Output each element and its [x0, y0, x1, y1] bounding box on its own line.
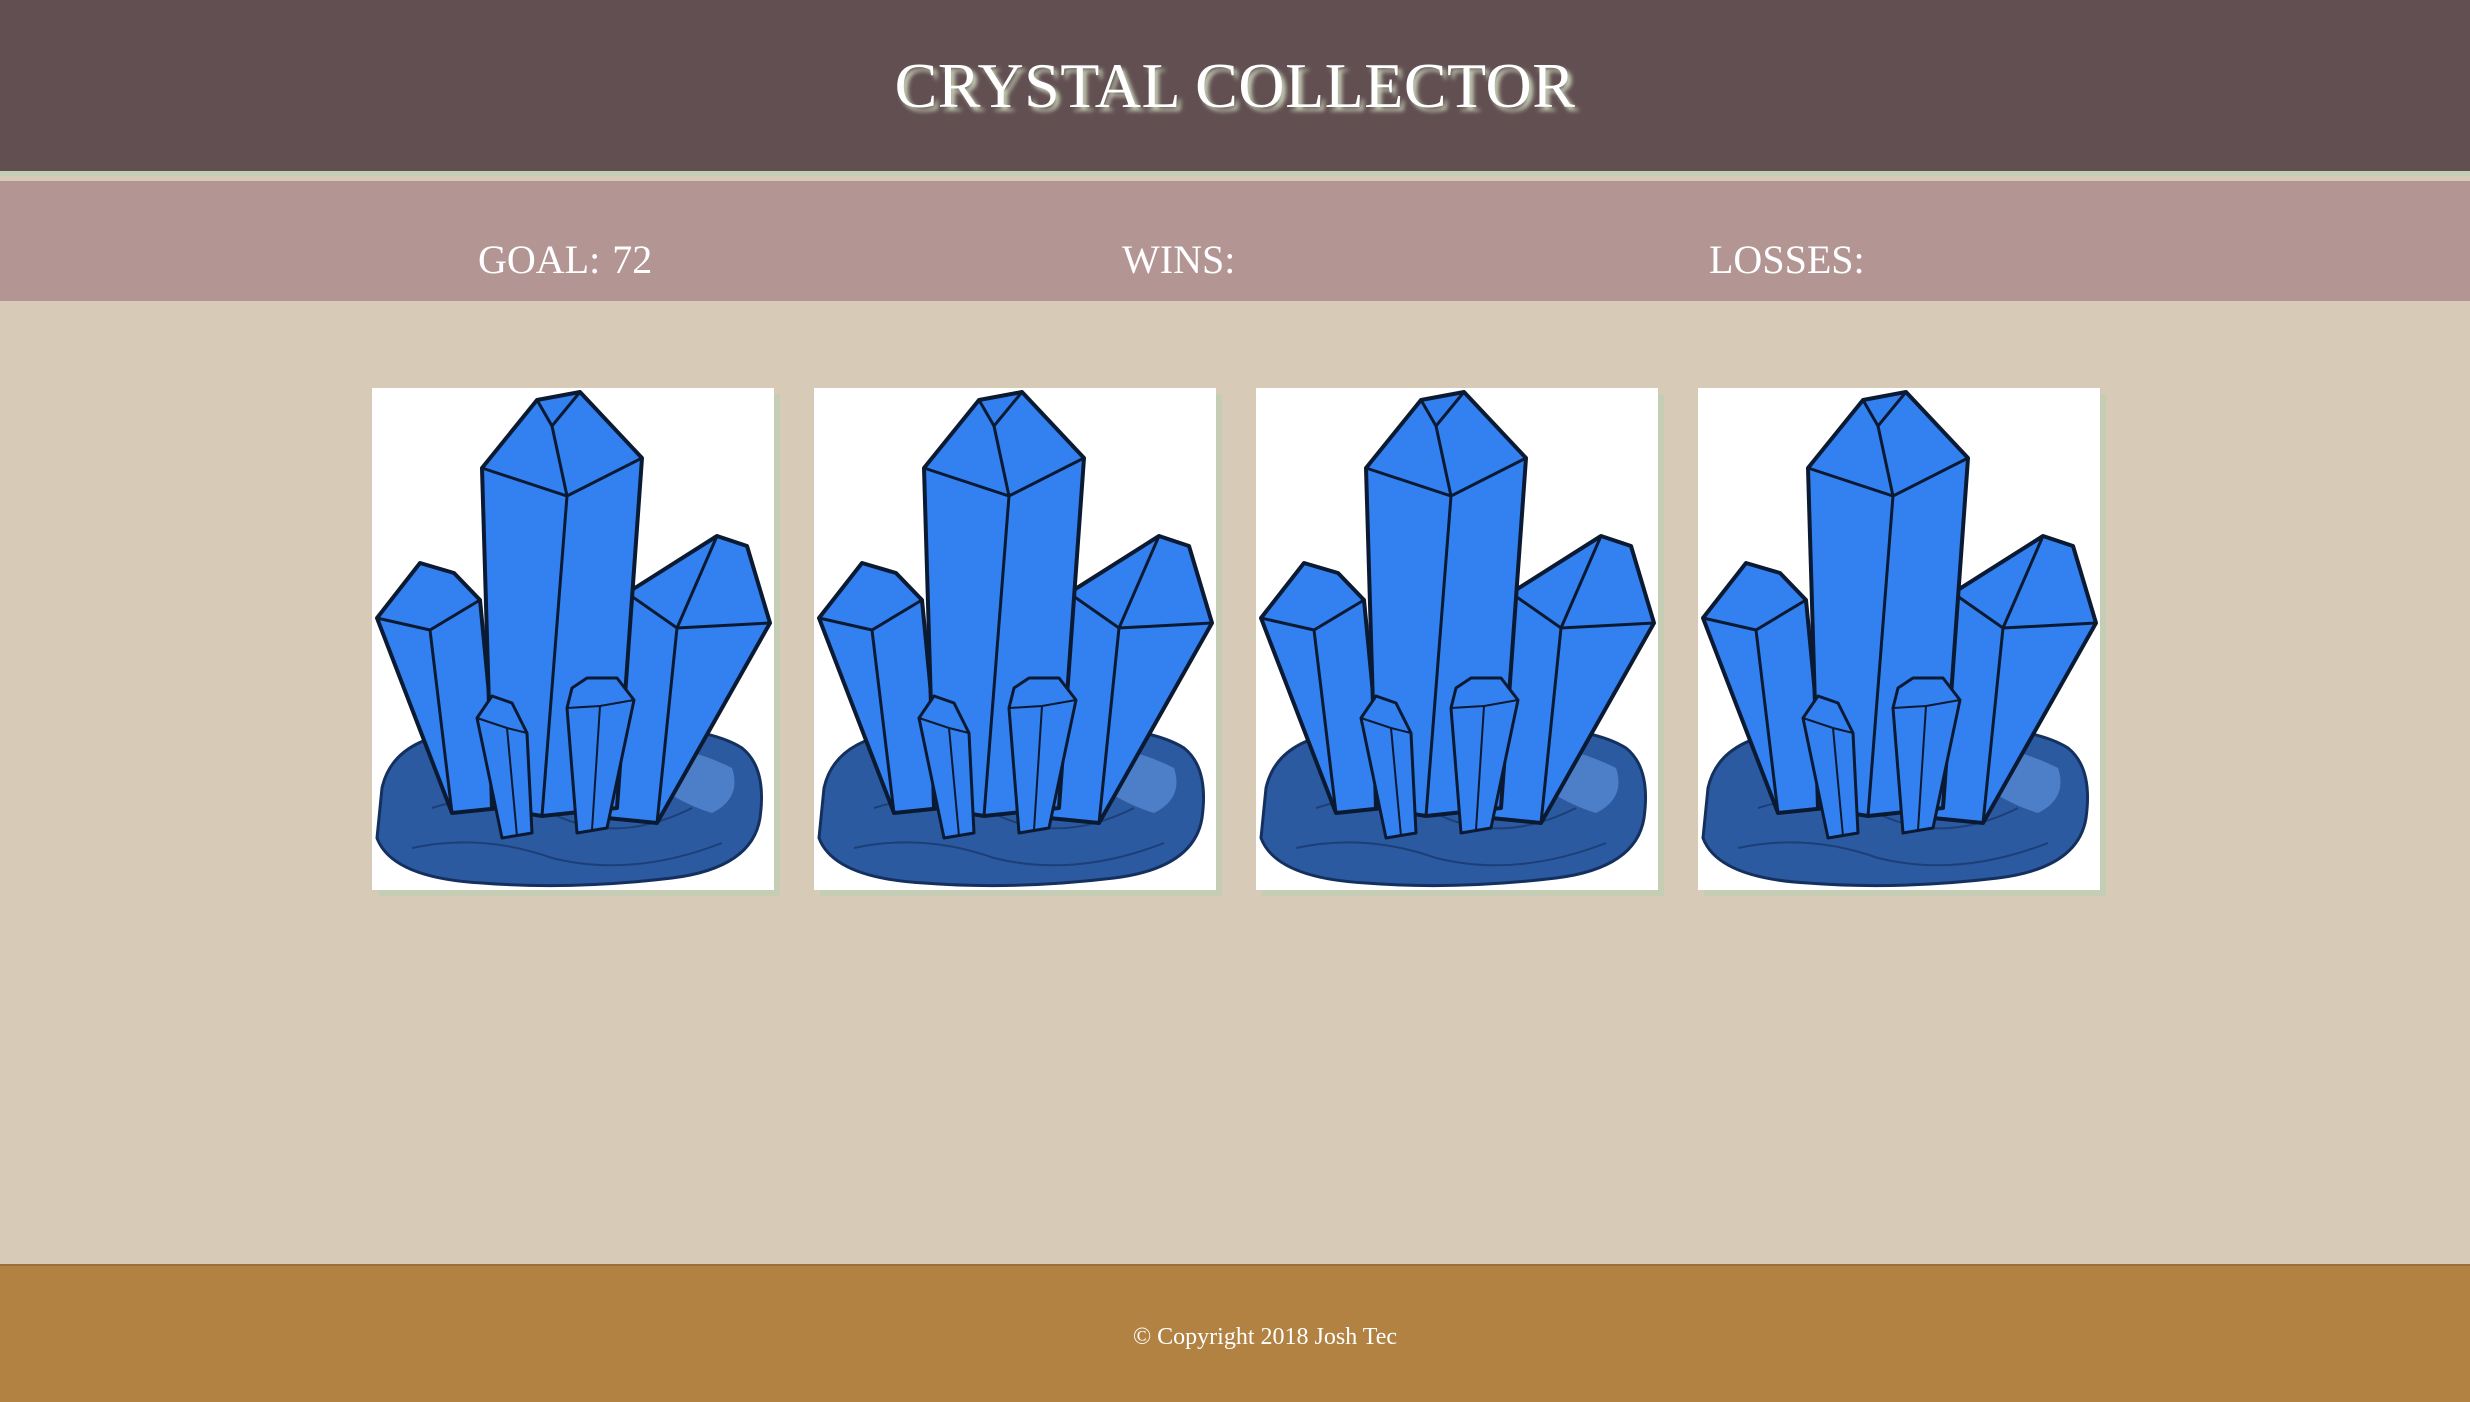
page-title: CRYSTAL COLLECTOR: [894, 50, 1576, 121]
blue-crystal-cluster-icon: [814, 388, 1216, 890]
blue-crystal-cluster-icon: [372, 388, 774, 890]
goal-display: GOAL: 72: [478, 236, 652, 284]
blue-crystal-cluster-icon: [1698, 388, 2100, 890]
crystal-button-4[interactable]: [1698, 388, 2100, 890]
losses-display: LOSSES:: [1709, 236, 1877, 284]
copyright-text: © Copyright 2018 Josh Tec: [1132, 1324, 1398, 1350]
blue-crystal-cluster-icon: [1256, 388, 1658, 890]
crystal-button-1[interactable]: [372, 388, 774, 890]
goal-value: 72: [612, 237, 653, 282]
wins-label: WINS:: [1122, 237, 1236, 282]
page: CRYSTAL COLLECTOR GOAL: 72 WINS: LOSSES: …: [0, 0, 2470, 1402]
losses-label: LOSSES:: [1709, 237, 1865, 282]
goal-label: GOAL:: [478, 237, 601, 282]
crystal-button-2[interactable]: [814, 388, 1216, 890]
crystal-button-3[interactable]: [1256, 388, 1658, 890]
wins-display: WINS:: [1122, 236, 1247, 284]
